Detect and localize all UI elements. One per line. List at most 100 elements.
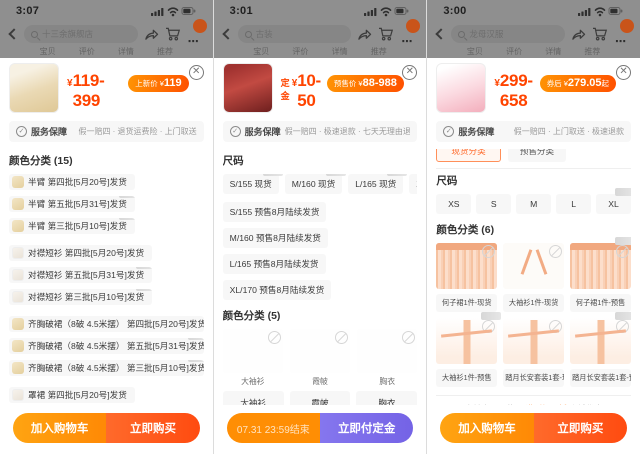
color-tile[interactable]: 踏月长安套装1套-现货 <box>503 318 565 387</box>
pay-deposit-button[interactable]: 立即付定金 <box>320 413 414 443</box>
color-option-row: 齐胸破裙（8破 4.5米摆） 第四批[5月20号]发货 <box>9 316 204 335</box>
presale-badge <box>118 196 135 198</box>
buy-now-button[interactable]: 立即购买 <box>106 413 200 443</box>
color-option-chip[interactable]: 罩裙 第四批[5月20号]发货 <box>9 387 135 403</box>
size-chip[interactable]: M <box>516 194 552 214</box>
share-icon[interactable] <box>571 28 586 41</box>
cart-icon[interactable] <box>165 27 181 41</box>
search-icon <box>31 30 38 38</box>
size-chip[interactable]: M/160 现货 <box>284 174 347 194</box>
more-icon: ⋯ <box>187 36 200 48</box>
size-chip[interactable]: XL <box>596 188 632 214</box>
color-option-chip[interactable]: 对襟短衫 第三批[5月10号]发货 <box>9 289 153 305</box>
more-menu[interactable]: ⋯ <box>400 19 421 48</box>
color-option-row: 对襟短衫 第四批[5月20号]发货 <box>9 245 204 264</box>
close-icon[interactable]: ✕ <box>188 65 204 80</box>
add-to-cart-button[interactable]: 加入购物车 <box>440 413 534 443</box>
color-tile[interactable]: 大袖衫1件-现货 <box>503 243 565 312</box>
back-icon[interactable] <box>435 28 448 40</box>
product-thumbnail[interactable] <box>9 63 59 113</box>
size-chip[interactable]: XS <box>436 194 472 214</box>
dimmed-page-header: 3:00 龙母汉服 ⋯ 宝贝 评价 详情 推荐 <box>427 0 640 58</box>
cart-icon[interactable] <box>592 27 608 41</box>
size-chip[interactable]: L/165 现货 <box>348 174 408 194</box>
service-guarantee-bar[interactable]: ✓ 服务保障 假一赔四 · 退货运费险 · 上门取送 <box>9 121 204 142</box>
promo-line: 当前商品可使用 满1件9.5折 店铺优惠 <box>436 403 631 405</box>
color-tile[interactable]: 霞帔 <box>289 329 351 387</box>
color-option-row: 对襟短衫 第三批[5月10号]发货 <box>9 289 204 308</box>
color-tile[interactable]: 何子裙1件-现货 <box>436 243 498 312</box>
share-icon[interactable] <box>357 28 372 41</box>
price-badge-value: 88-988 <box>362 77 397 89</box>
color-tile[interactable]: 大袖衫 <box>222 329 283 387</box>
add-to-cart-button[interactable]: 加入购物车 <box>13 413 107 443</box>
size-chip[interactable]: XL/170 现货 <box>409 174 418 194</box>
more-icon: ⋯ <box>615 36 628 48</box>
color-option-chip[interactable]: 对襟短衫 第五批[5月31号]发货 <box>9 267 153 283</box>
color-tile[interactable]: 胸衣 <box>357 329 418 387</box>
search-input[interactable]: 十三余旗舰店 <box>24 25 138 43</box>
color-option-chip[interactable]: 对襟短衫 第四批[5月20号]发货 <box>9 245 153 261</box>
presale-badge <box>136 267 153 269</box>
image-placeholder-icon <box>402 331 416 344</box>
status-bar: 3:00 <box>435 3 632 19</box>
option-thumbnail <box>12 291 24 303</box>
color-tile[interactable]: 何子裙1件-预售 <box>570 237 632 312</box>
color-option-chip[interactable]: 齐胸破裙（8破 4.5米摆） 第五批[5月31号]发货 <box>9 338 204 354</box>
size-label: XL/170 现货 <box>416 178 417 190</box>
color-option-chip[interactable]: 半臂 第四批[5月20号]发货 <box>9 174 135 190</box>
product-thumbnail[interactable] <box>436 63 487 113</box>
sku-bottom-sheet: ¥ 299-658 券后 ¥ 279.05 起 ✕ ✓ 服务保障 假一赔四 · … <box>427 54 640 454</box>
presale-size-chip[interactable]: XL/170 预售8月陆续发货 <box>222 280 332 300</box>
back-icon[interactable] <box>8 28 20 40</box>
search-input[interactable]: 古装 <box>237 25 352 43</box>
buy-now-button[interactable]: 立即购买 <box>533 413 628 443</box>
color-tile[interactable]: 大袖衫1件-预售 <box>436 312 502 387</box>
size-label: XL <box>608 199 619 209</box>
close-icon[interactable]: ✕ <box>616 65 632 80</box>
color-chip[interactable]: 胸衣 <box>356 391 418 405</box>
promo-prefix: 当前商品可使用 <box>465 404 526 405</box>
size-chip[interactable]: S/155 现货 <box>222 174 283 194</box>
color-chip[interactable]: 大袖衫 <box>222 391 284 405</box>
option-thumbnail <box>12 198 24 210</box>
promo-highlight[interactable]: 满1件9.5折 <box>526 404 567 405</box>
nav-row: 十三余旗舰店 ⋯ <box>8 19 207 48</box>
more-menu[interactable]: ⋯ <box>614 19 635 48</box>
more-menu[interactable]: ⋯ <box>187 19 207 48</box>
service-guarantee-bar[interactable]: ✓ 服务保障 假一赔四 · 上门取送 · 极速退款 <box>436 121 632 142</box>
search-input[interactable]: 龙母汉服 <box>451 25 566 43</box>
notification-badge <box>620 19 635 33</box>
cart-icon[interactable] <box>378 27 394 41</box>
size-chip[interactable]: S <box>476 194 512 214</box>
close-icon[interactable]: ✕ <box>402 65 418 80</box>
presale-badge <box>326 174 347 176</box>
presale-size-chip[interactable]: L/165 预售8月陆续发货 <box>222 254 326 274</box>
guarantee-icon: ✓ <box>16 126 27 137</box>
service-guarantee-bar[interactable]: ✓ 服务保障 假一赔四 · 极速退款 · 七天无理由退换 <box>222 121 418 142</box>
presale-size-chip[interactable]: S/155 预售8月陆续发货 <box>222 202 327 222</box>
color-option-chip[interactable]: 半臂 第五批[5月31号]发货 <box>9 196 135 212</box>
option-label: 对襟短衫 第五批[5月31号]发货 <box>28 270 145 280</box>
size-label: XL/170 预售8月陆续发货 <box>229 285 325 295</box>
color-tile[interactable]: 踏月长安套装1套-预售 <box>570 312 632 387</box>
size-options-instock: S/155 现货 M/160 现货 L/165 现货 <box>222 174 418 194</box>
category-chip[interactable]: 预售分类 <box>507 149 567 162</box>
option-thumbnail <box>12 318 24 330</box>
size-chip[interactable]: L <box>556 194 592 214</box>
product-thumbnail[interactable] <box>222 63 273 113</box>
tile-image <box>570 243 631 289</box>
tile-label: 踏月长安套装1套-预售 <box>570 369 631 387</box>
color-option-chip[interactable]: 齐胸破裙（8破 4.5米摆） 第四批[5月20号]发货 <box>9 316 204 332</box>
back-icon[interactable] <box>222 28 234 40</box>
presale-size-chip[interactable]: M/160 预售8月陆续发货 <box>222 228 328 248</box>
category-chip-selected[interactable]: 现货分类 <box>436 149 501 162</box>
tile-image <box>503 243 565 289</box>
share-icon[interactable] <box>144 28 159 41</box>
color-option-chip[interactable]: 齐胸破裙（8破 4.5米摆） 第三批[5月10号]发货 <box>9 360 204 376</box>
tile-image <box>503 318 565 364</box>
price-badge-label: 上新价 <box>135 79 158 88</box>
color-option-chip[interactable]: 半臂 第三批[5月10号]发货 <box>9 218 135 234</box>
color-chip[interactable]: 霞帔 <box>289 391 351 405</box>
color-option-row: 齐胸破裙（8破 4.5米摆） 第五批[5月31号]发货 <box>9 338 204 357</box>
